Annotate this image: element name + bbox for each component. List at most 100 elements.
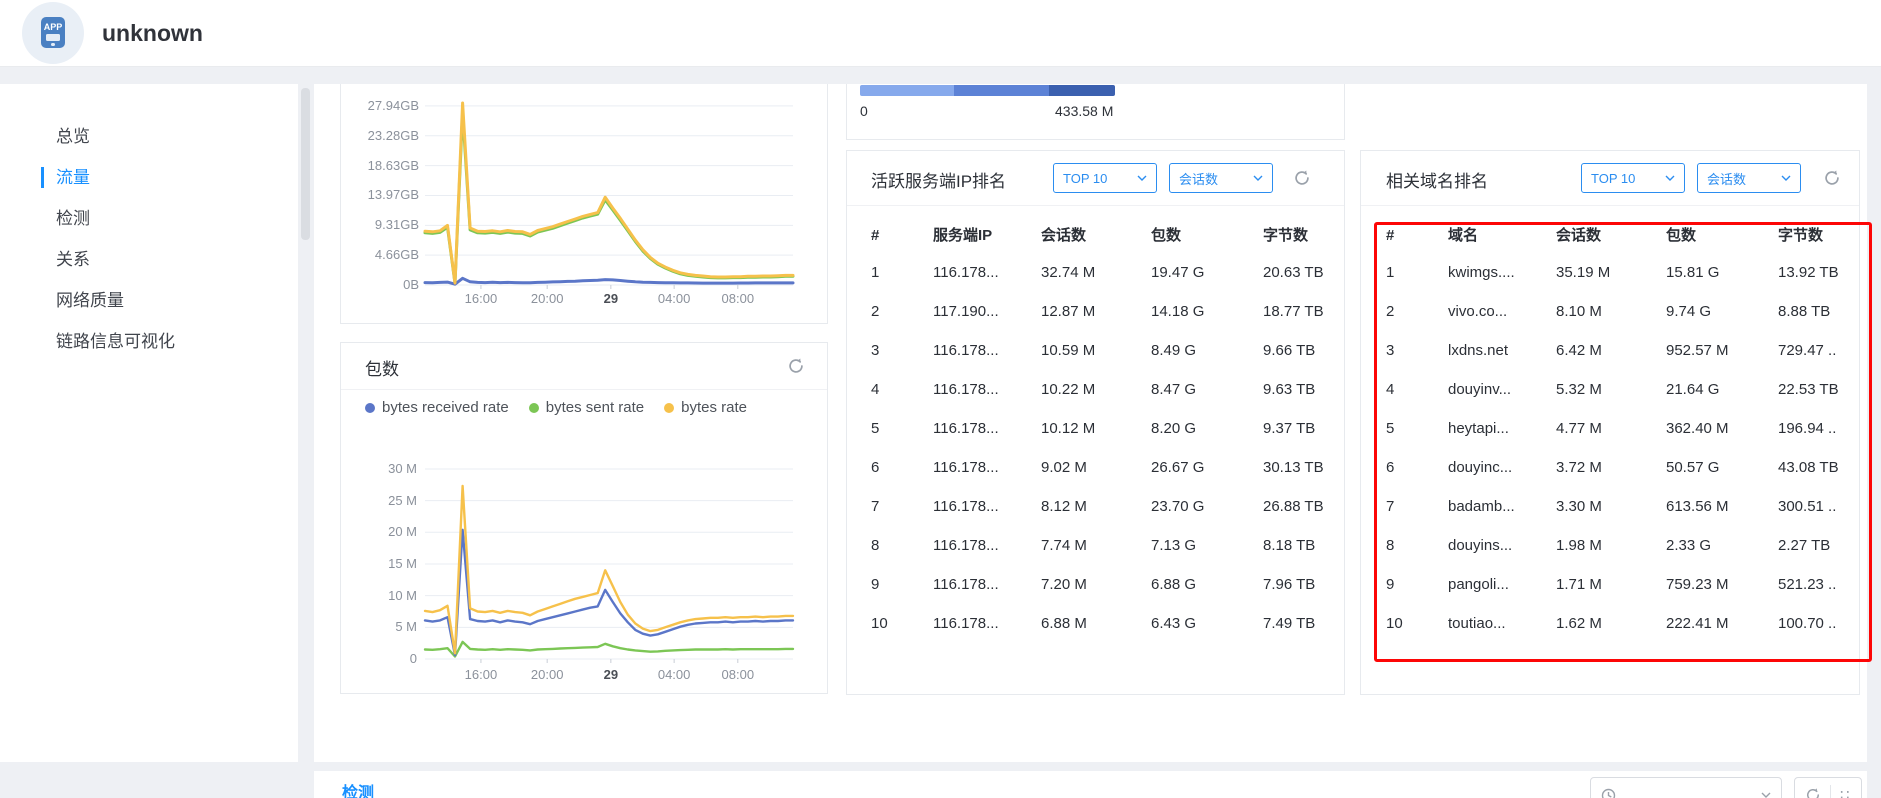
column-header: 会话数	[1041, 221, 1151, 251]
legend-label: bytes received rate	[382, 399, 509, 416]
table-cell: 10.59 M	[1041, 331, 1151, 370]
table-cell: 521.23 ..	[1778, 565, 1859, 604]
table-cell: 4.77 M	[1556, 409, 1666, 448]
refresh-icon[interactable]	[787, 357, 805, 375]
refresh-toolbar[interactable]: ∷	[1794, 777, 1862, 798]
table-cell: 6.88 M	[1041, 604, 1151, 643]
table-cell: 1	[1386, 253, 1448, 292]
table-cell: 6	[1386, 448, 1448, 487]
domain-card-header: 相关域名排名 TOP 10 会话数	[1361, 151, 1859, 206]
ip-table-body: 1116.178...32.74 M19.47 G20.63 TB2117.19…	[847, 253, 1344, 643]
legend-label: bytes sent rate	[546, 399, 644, 416]
table-row: 1kwimgs....35.19 M15.81 G13.92 TB	[1361, 253, 1859, 292]
detection-link[interactable]: 检测	[342, 779, 374, 798]
chevron-down-icon	[1761, 792, 1771, 798]
table-cell: 3.30 M	[1556, 487, 1666, 526]
active-indicator-bar	[41, 167, 44, 188]
table-cell: 952.57 M	[1666, 331, 1778, 370]
y-axis-label: 9.31GB	[349, 217, 419, 233]
table-cell: 1.62 M	[1556, 604, 1666, 643]
ip-table-header: #服务端IP会话数包数字节数	[847, 221, 1344, 251]
table-cell: 6.88 G	[1151, 565, 1263, 604]
progress-max-label: 433.58 M	[1055, 103, 1113, 119]
domain-table-body: 1kwimgs....35.19 M15.81 G13.92 TB2vivo.c…	[1361, 253, 1859, 643]
sidebar-item[interactable]: 关系	[0, 239, 298, 280]
ip-top-select[interactable]: TOP 10	[1053, 163, 1157, 193]
table-cell: 116.178...	[933, 409, 1041, 448]
sidebar-item-label: 流量	[56, 168, 90, 187]
table-cell: heytapi...	[1448, 409, 1556, 448]
table-cell: 8.49 G	[1151, 331, 1263, 370]
column-header: 服务端IP	[933, 221, 1041, 251]
table-cell: 222.41 M	[1666, 604, 1778, 643]
table-cell: 43.08 TB	[1778, 448, 1859, 487]
sidebar-item[interactable]: 总览	[0, 116, 298, 157]
table-cell: 9.66 TB	[1263, 331, 1344, 370]
chevron-down-icon	[1665, 175, 1675, 181]
legend-item[interactable]: bytes received rate	[365, 399, 509, 416]
domain-table-header: #域名会话数包数字节数	[1361, 221, 1859, 251]
column-header: 字节数	[1263, 221, 1344, 251]
x-axis-label: 20:00	[517, 291, 577, 307]
column-header: #	[871, 221, 933, 251]
table-cell: 2	[1386, 292, 1448, 331]
sidebar-item[interactable]: 链路信息可视化	[0, 321, 298, 362]
table-row: 3116.178...10.59 M8.49 G9.66 TB	[847, 331, 1344, 370]
table-row: 4116.178...10.22 M8.47 G9.63 TB	[847, 370, 1344, 409]
clock-icon	[1601, 788, 1616, 798]
table-row: 1116.178...32.74 M19.47 G20.63 TB	[847, 253, 1344, 292]
progress-segment	[954, 85, 1048, 96]
table-cell: 7.20 M	[1041, 565, 1151, 604]
app-header: APP unknown	[0, 0, 1881, 66]
table-cell: 8.20 G	[1151, 409, 1263, 448]
x-axis-label: 29	[581, 291, 641, 307]
table-cell: 116.178...	[933, 331, 1041, 370]
sidebar-item[interactable]: 流量	[0, 157, 298, 198]
time-range-select[interactable]	[1590, 777, 1782, 798]
y-axis-label: 15 M	[347, 556, 417, 572]
chevron-down-icon	[1253, 175, 1263, 181]
ip-metric-select[interactable]: 会话数	[1169, 163, 1273, 193]
column-header: 字节数	[1778, 221, 1859, 251]
ip-card-title: 活跃服务端IP排名	[871, 167, 1006, 192]
chevron-down-icon	[1137, 175, 1147, 181]
sidebar-item-label: 检测	[56, 209, 90, 228]
domain-top-select[interactable]: TOP 10	[1581, 163, 1685, 193]
table-cell: 6.42 M	[1556, 331, 1666, 370]
table-cell: 729.47 ..	[1778, 331, 1859, 370]
refresh-icon[interactable]	[1293, 169, 1311, 187]
table-row: 9pangoli...1.71 M759.23 M521.23 ..	[1361, 565, 1859, 604]
sidebar-item-label: 关系	[56, 250, 90, 269]
table-cell: 300.51 ..	[1778, 487, 1859, 526]
table-cell: 9.02 M	[1041, 448, 1151, 487]
page-title: unknown	[102, 0, 203, 66]
scrollbar-thumb[interactable]	[301, 88, 310, 240]
main-panel: 27.94GB23.28GB18.63GB13.97GB9.31GB4.66GB…	[314, 84, 1867, 762]
table-cell: 1	[871, 253, 933, 292]
sidebar-item-label: 总览	[56, 127, 90, 146]
progress-card: 0 433.58 M	[846, 84, 1345, 140]
table-cell: 21.64 G	[1666, 370, 1778, 409]
table-cell: 12.87 M	[1041, 292, 1151, 331]
table-cell: 5	[1386, 409, 1448, 448]
table-cell: 9	[871, 565, 933, 604]
table-cell: 23.70 G	[1151, 487, 1263, 526]
sidebar-item[interactable]: 检测	[0, 198, 298, 239]
progress-segment	[860, 85, 954, 96]
x-axis-label: 20:00	[517, 667, 577, 683]
domain-top-select-value: TOP 10	[1591, 171, 1635, 186]
legend-item[interactable]: bytes sent rate	[529, 399, 644, 416]
table-row: 4douyinv...5.32 M21.64 G22.53 TB	[1361, 370, 1859, 409]
packets-legend: bytes received rate bytes sent rate bytes …	[365, 399, 747, 416]
table-row: 3lxdns.net6.42 M952.57 M729.47 ..	[1361, 331, 1859, 370]
table-cell: douyins...	[1448, 526, 1556, 565]
sidebar-item[interactable]: 网络质量	[0, 280, 298, 321]
domain-metric-select[interactable]: 会话数	[1697, 163, 1801, 193]
table-cell: 19.47 G	[1151, 253, 1263, 292]
legend-item[interactable]: bytes rate	[664, 399, 747, 416]
table-cell: 32.74 M	[1041, 253, 1151, 292]
refresh-icon[interactable]	[1823, 169, 1841, 187]
table-cell: 9.37 TB	[1263, 409, 1344, 448]
table-cell: 10.22 M	[1041, 370, 1151, 409]
table-cell: 35.19 M	[1556, 253, 1666, 292]
